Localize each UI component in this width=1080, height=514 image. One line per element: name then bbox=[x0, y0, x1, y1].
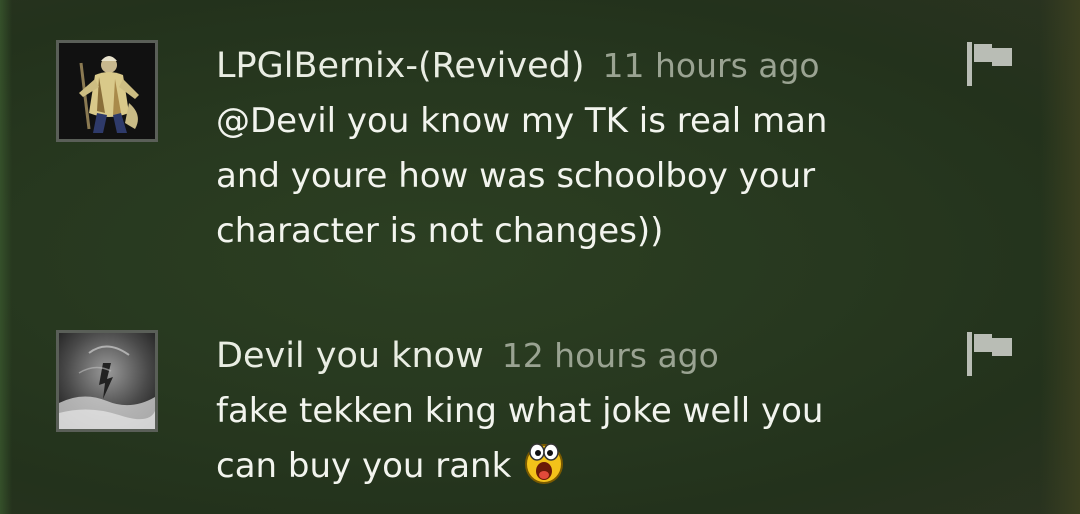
flag-icon bbox=[967, 332, 1012, 376]
comment-author-link[interactable]: Devil you know bbox=[216, 336, 484, 376]
avatar[interactable] bbox=[56, 40, 158, 142]
background-edge-left bbox=[0, 0, 12, 514]
comment-timestamp: 11 hours ago bbox=[602, 46, 820, 85]
comment-body: @Devil you know my TK is real man and yo… bbox=[216, 101, 828, 251]
avatar[interactable] bbox=[56, 330, 158, 432]
flag-icon bbox=[967, 42, 1012, 86]
background-edge-right bbox=[1040, 0, 1080, 514]
comment-header: Devil you know 12 hours ago bbox=[216, 330, 916, 382]
comment-content: Devil you know 12 hours ago fake tekken k… bbox=[216, 330, 916, 494]
surprised-emoticon-icon bbox=[521, 439, 567, 485]
report-flag-button[interactable] bbox=[964, 40, 1016, 86]
robed-warrior-avatar-icon bbox=[59, 43, 155, 139]
comment-body-text: fake tekken king what joke well you can … bbox=[216, 391, 824, 486]
comment-author-link[interactable]: LPGlBernix-(Revived) bbox=[216, 46, 585, 86]
comment-timestamp: 12 hours ago bbox=[501, 336, 719, 375]
report-flag-button[interactable] bbox=[964, 330, 1016, 376]
storm-figure-avatar-icon bbox=[59, 333, 155, 429]
comment-content: LPGlBernix-(Revived) 11 hours ago @Devil … bbox=[216, 40, 916, 259]
comment-body: fake tekken king what joke well you can … bbox=[216, 384, 916, 494]
comment-header: LPGlBernix-(Revived) 11 hours ago bbox=[216, 40, 916, 92]
